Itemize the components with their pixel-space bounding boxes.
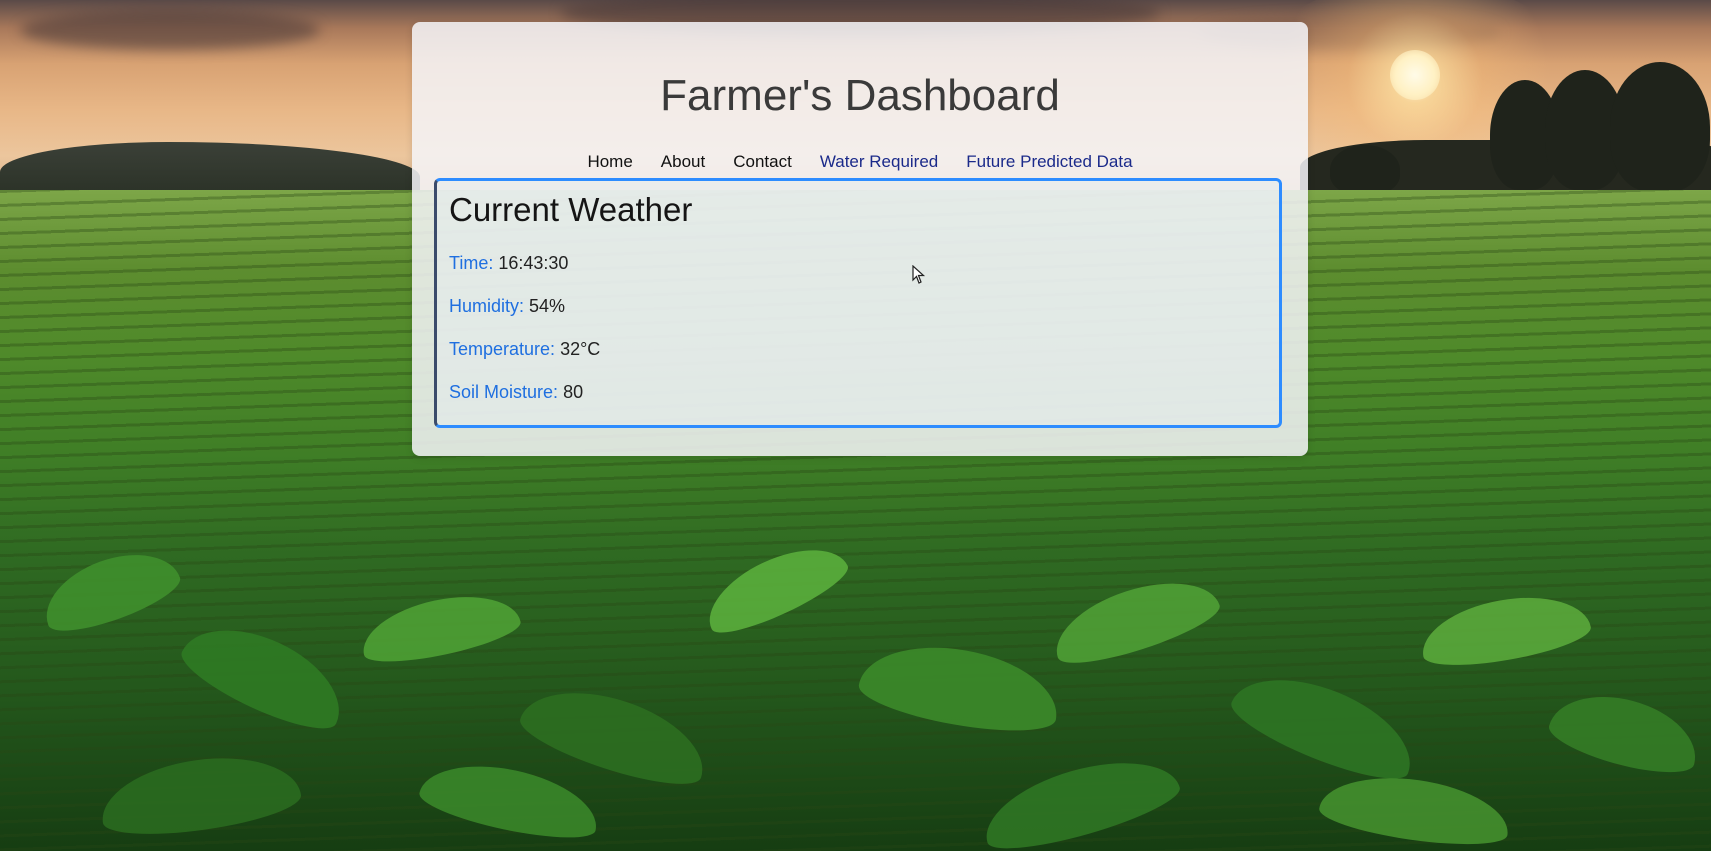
nav-future-predicted-data-link[interactable]: Future Predicted Data: [966, 152, 1132, 172]
time-label: Time:: [449, 253, 494, 273]
nav-water-required-link[interactable]: Water Required: [820, 152, 938, 172]
weather-humidity-row: Humidity: 54%: [449, 296, 565, 317]
humidity-value: 54%: [529, 296, 566, 316]
temperature-label: Temperature:: [449, 339, 556, 359]
nav-home-link[interactable]: Home: [587, 152, 632, 172]
current-weather-title: Current Weather: [449, 191, 693, 228]
dashboard-panel: Farmer's Dashboard Home About Contact Wa…: [412, 22, 1308, 456]
tree: [1330, 145, 1400, 195]
humidity-label: Humidity:: [449, 296, 525, 316]
weather-time-row: Time: 16:43:30: [449, 253, 568, 274]
main-nav: Home About Contact Water Required Future…: [412, 152, 1308, 172]
current-weather-card: Current Weather Time: 16:43:30 Humidity:…: [434, 178, 1282, 428]
tree: [1610, 62, 1710, 192]
sun-icon: [1390, 50, 1440, 100]
nav-contact-link[interactable]: Contact: [733, 152, 792, 172]
page-title: Farmer's Dashboard: [660, 71, 1060, 120]
temperature-value: 32°C: [560, 339, 601, 359]
weather-soil-moisture-row: Soil Moisture: 80: [449, 382, 583, 403]
soil-moisture-value: 80: [563, 382, 584, 402]
weather-temperature-row: Temperature: 32°C: [449, 339, 600, 360]
time-value: 16:43:30: [498, 253, 569, 273]
soil-moisture-label: Soil Moisture:: [449, 382, 559, 402]
nav-about-link[interactable]: About: [661, 152, 705, 172]
cloud: [20, 10, 320, 50]
